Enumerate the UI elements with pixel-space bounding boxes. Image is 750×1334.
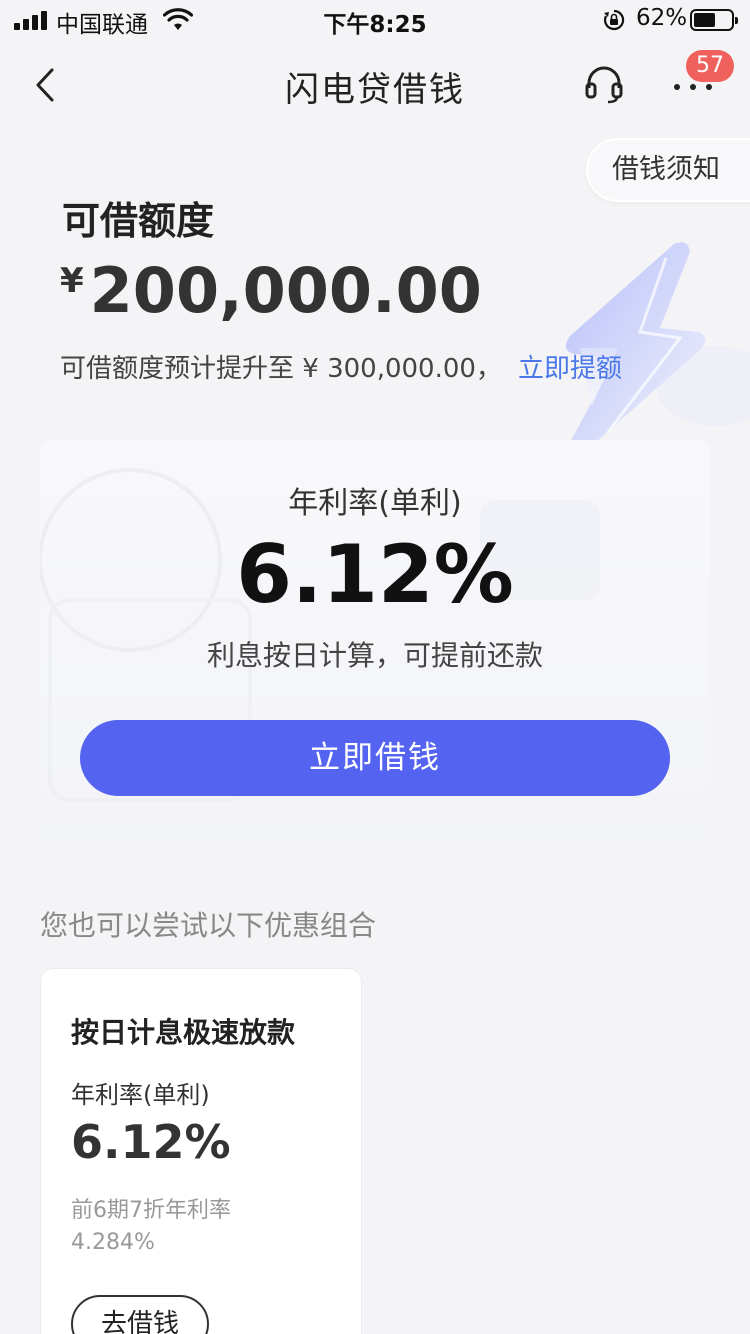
more-dot xyxy=(690,84,696,90)
discount-rate: 4.284% xyxy=(71,1230,155,1255)
rate-card: 年利率(单利) 6.12% 利息按日计算，可提前还款 立即借钱 xyxy=(40,440,710,845)
credit-limit-amount: ¥200,000.00 xyxy=(60,254,482,327)
go-borrow-button[interactable]: 去借钱 xyxy=(71,1295,209,1334)
battery-icon xyxy=(690,9,738,31)
borrow-now-button[interactable]: 立即借钱 xyxy=(80,720,670,796)
currency-symbol: ¥ xyxy=(60,261,84,301)
lightning-decoration-icon xyxy=(565,242,750,442)
page-title: 闪电贷借钱 xyxy=(285,70,465,110)
more-dot xyxy=(706,84,712,90)
product-rate-label: 年利率(单利) xyxy=(71,1081,210,1109)
product-discount-info: 前6期7折年利率 4.284% xyxy=(71,1195,231,1259)
rotation-lock-icon xyxy=(603,9,625,31)
rate-description: 利息按日计算，可提前还款 xyxy=(206,639,543,672)
loan-notice-tab[interactable]: 借钱须知 xyxy=(586,138,750,202)
credit-limit-title: 可借额度 xyxy=(62,199,215,243)
nav-bar: 闪电贷借钱 57 xyxy=(0,44,750,126)
combo-section-title: 您也可以尝试以下优惠组合 xyxy=(40,909,377,942)
battery-percent: 62% xyxy=(636,5,688,31)
credit-amount-value: 200,000.00 xyxy=(89,254,482,327)
credit-hint-text: 可借额度预计提升至 ¥ 300,000.00， xyxy=(60,354,502,384)
product-card[interactable]: 按日计息极速放款 年利率(单利) 6.12% 前6期7折年利率 4.284% 去… xyxy=(40,968,362,1334)
increase-limit-link[interactable]: 立即提额 xyxy=(518,354,622,384)
message-badge: 57 xyxy=(686,50,734,82)
more-dot xyxy=(674,84,680,90)
credit-increase-hint: 可借额度预计提升至 ¥ 300,000.00， 立即提额 xyxy=(60,348,622,385)
annual-rate-label: 年利率(单利) xyxy=(288,486,462,521)
customer-service-icon[interactable] xyxy=(584,64,624,104)
discount-line: 前6期7折年利率 xyxy=(71,1198,231,1223)
product-name: 按日计息极速放款 xyxy=(71,1016,296,1049)
status-bar: 中国联通 下午8:25 62% xyxy=(0,0,750,40)
product-rate-value: 6.12% xyxy=(71,1115,231,1169)
annual-rate-value: 6.12% xyxy=(236,528,514,621)
